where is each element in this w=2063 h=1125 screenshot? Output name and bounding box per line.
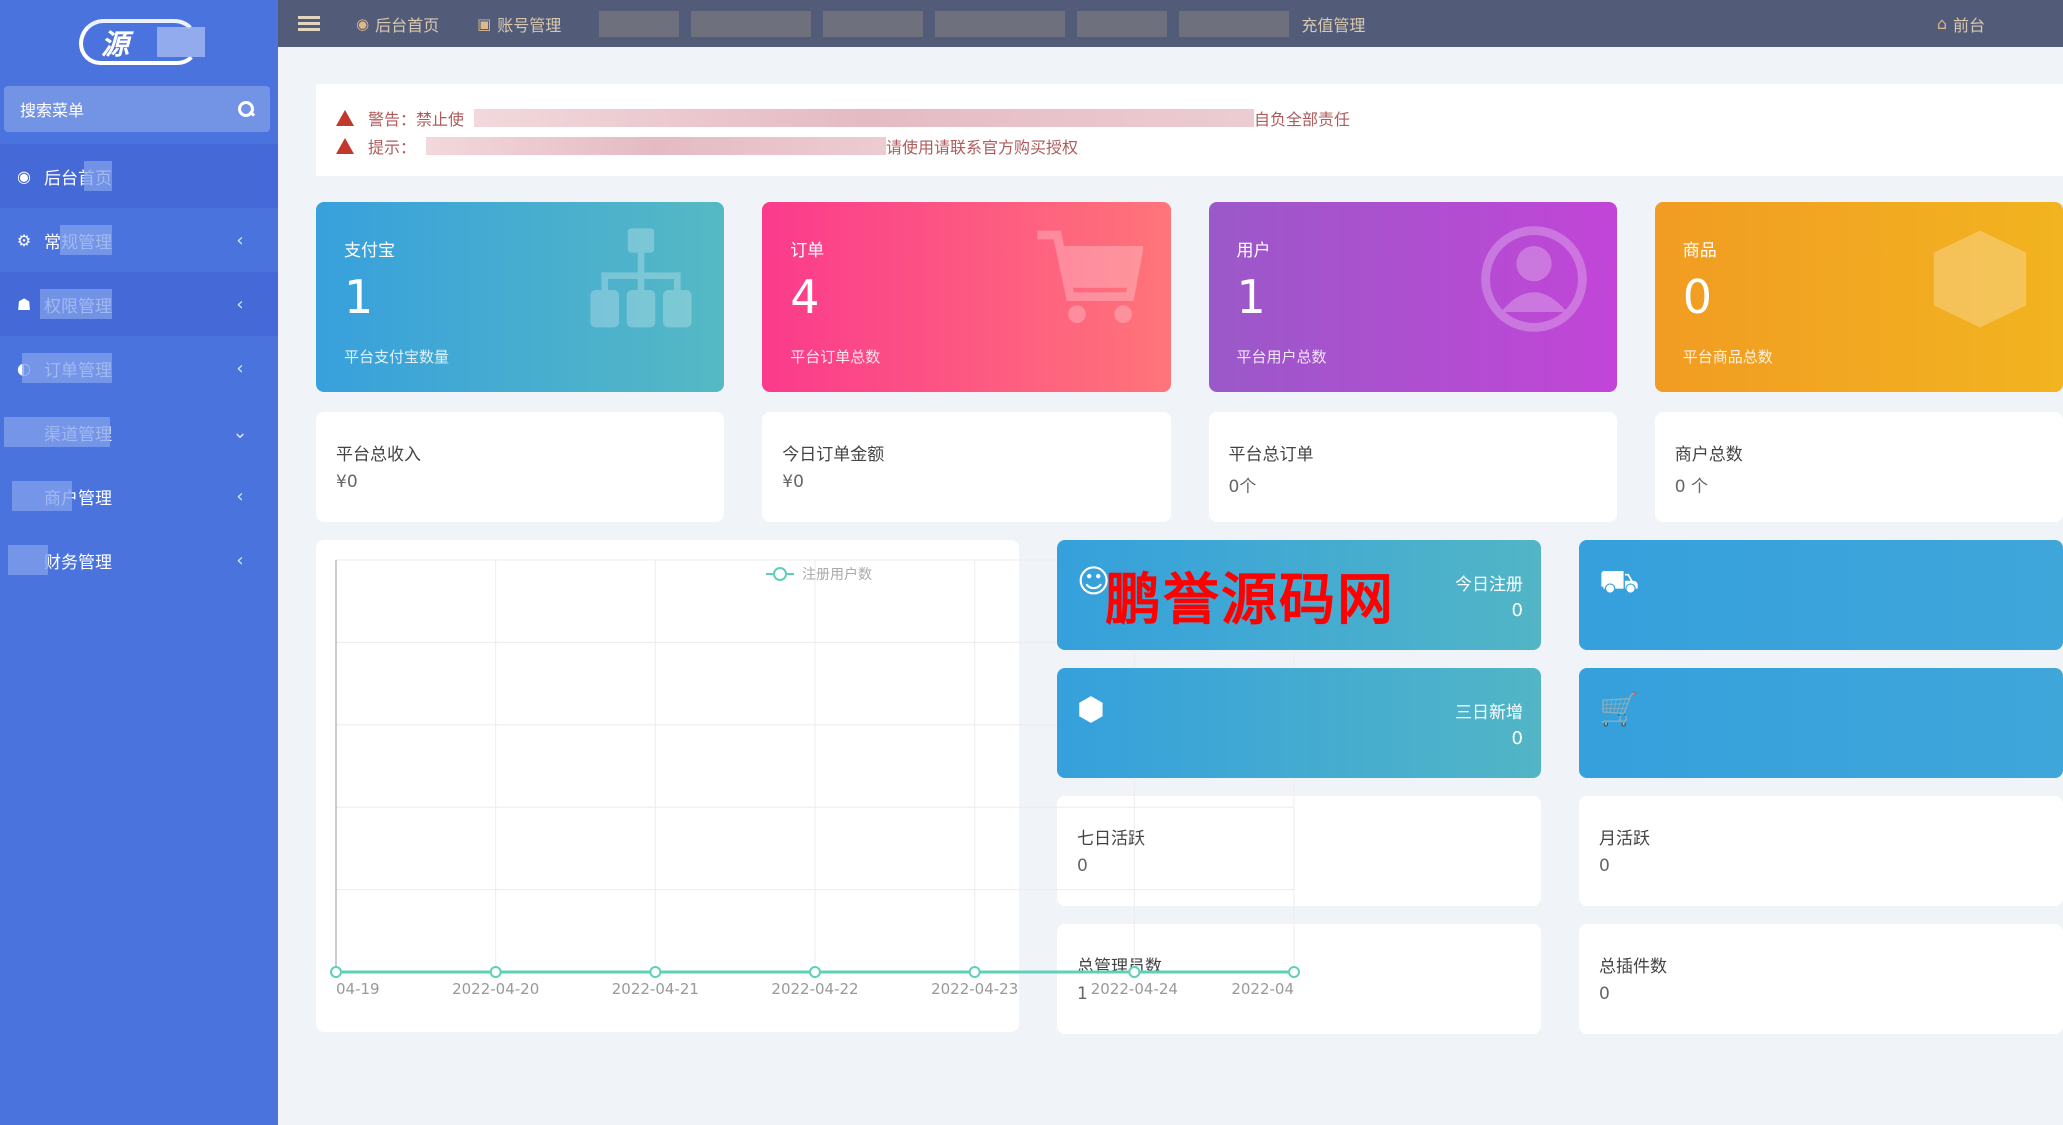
chevron-left-icon: ‹ [236,357,244,379]
mini-card-three-day-new[interactable]: ⬢ 三日新增 0 [1057,668,1541,778]
frontend-link[interactable]: ⌂ 前台 [1937,12,1985,36]
chevron-left-icon: ‹ [236,485,244,507]
sidebar: 源 搜索菜单 ◉ 后台首页 ⚙ 常规管理 ‹ ☗ 权限管理 ‹ ◐ 订单管理 ‹ [0,0,278,1125]
data-point [968,966,981,978]
sidebar-item-orders[interactable]: ◐ 订单管理 ‹ [0,336,278,400]
stat-card-products[interactable]: 商品 0 平台商品总数 [1654,202,2063,392]
sidebar-item-finance[interactable]: 财务管理 ‹ [0,528,278,592]
nav-tab-recharge[interactable]: 充值管理 [1301,12,1365,36]
chevron-down-icon: ⌄ [232,421,248,443]
users-icon: ☗ [16,294,32,314]
dashboard-icon: ◉ [356,14,370,33]
nav-tab-dashboard[interactable]: ◉ 后台首页 [356,12,439,36]
search-icon[interactable] [238,101,254,117]
logo-text: 源 [101,28,131,61]
logo[interactable]: 源 [0,0,278,82]
cart-icon [1036,230,1143,323]
nav-tab-accounts[interactable]: ▣ 账号管理 [477,12,561,36]
sitemap-icon [590,228,692,328]
legend-label: 注册用户数 [802,566,872,583]
gears-icon: ⚙ [16,230,32,250]
x-tick-label: 04-19 [336,980,380,998]
info-card-merchants: 商户总数 0 个 [1654,412,2063,522]
top-navbar: ◉ 后台首页 ▣ 账号管理 充值管理 ⌂ 前台 [278,0,2063,47]
x-tick-label: 2022-04-20 [452,980,539,998]
warning-icon [336,138,354,154]
data-point [649,966,662,978]
sidebar-item-general[interactable]: ⚙ 常规管理 ‹ [0,208,278,272]
x-tick-label: 2022-04-21 [612,980,699,998]
data-point [330,966,342,978]
registration-chart: 04-19 2022-04-20 2022-04-21 2022-04-22 2022-… [316,540,1300,1032]
data-point [1128,966,1141,978]
truck-icon: ⛟ [1599,562,1640,600]
search-placeholder: 搜索菜单 [20,101,85,120]
legend-marker [773,567,787,581]
cube-icon: ⬢ [1077,690,1105,728]
warning-icon [336,110,354,126]
stat-card-alipay[interactable]: 支付宝 1 平台支付宝数量 [316,202,725,392]
info-card-total-orders: 平台总订单 0个 [1208,412,1617,522]
notice-alert: 警告：禁止使 自负全部责任 提示： 请使用请联系官方购买授权 [316,84,2063,176]
watermark-text: 鹏誉源码网 [1105,568,1395,633]
box-icon [1933,230,2027,328]
stat-card-users[interactable]: 用户 1 平台用户总数 [1208,202,1617,392]
mini-card-cart[interactable]: 🛒 [1579,668,2063,778]
dashboard-icon: ◉ [17,166,31,186]
info-card-total-income: 平台总收入 ¥0 [316,412,725,522]
x-tick-label: 2022-04-23 [931,980,1018,998]
data-point [1288,966,1300,978]
stat-card-orders[interactable]: 订单 4 平台订单总数 [762,202,1171,392]
sidebar-item-channels[interactable]: 渠道管理 ⌄ [0,400,278,464]
x-tick-label: 2022-04 [1231,980,1294,998]
chevron-left-icon: ‹ [236,549,244,571]
menu-toggle-icon[interactable] [298,13,320,34]
sidebar-item-permissions[interactable]: ☗ 权限管理 ‹ [0,272,278,336]
home-icon: ⌂ [1936,14,1947,33]
sidebar-item-dashboard[interactable]: ◉ 后台首页 [0,144,278,208]
info-card-monthly-active: 月活跃 0 [1579,796,2063,906]
sidebar-menu: ◉ 后台首页 ⚙ 常规管理 ‹ ☗ 权限管理 ‹ ◐ 订单管理 ‹ 渠道管理 ⌄ [0,144,278,592]
user-icon [1480,226,1587,332]
data-point [809,966,821,978]
sidebar-item-merchants[interactable]: 商户管理 ‹ [0,464,278,528]
cart-download-icon: 🛒 [1599,690,1639,728]
x-tick-label: 2022-04-24 [1091,980,1178,998]
info-card-total-plugins: 总插件数 0 [1579,924,2063,1034]
mini-card-delivery[interactable]: ⛟ [1579,540,2063,650]
x-tick-label: 2022-04-22 [771,980,858,998]
info-card-today-order-amount: 今日订单金额 ¥0 [762,412,1171,522]
data-point [489,966,502,978]
menu-search-input[interactable]: 搜索菜单 [4,86,270,132]
chevron-left-icon: ‹ [236,229,244,251]
account-icon: ▣ [477,14,492,33]
chevron-left-icon: ‹ [236,293,244,315]
